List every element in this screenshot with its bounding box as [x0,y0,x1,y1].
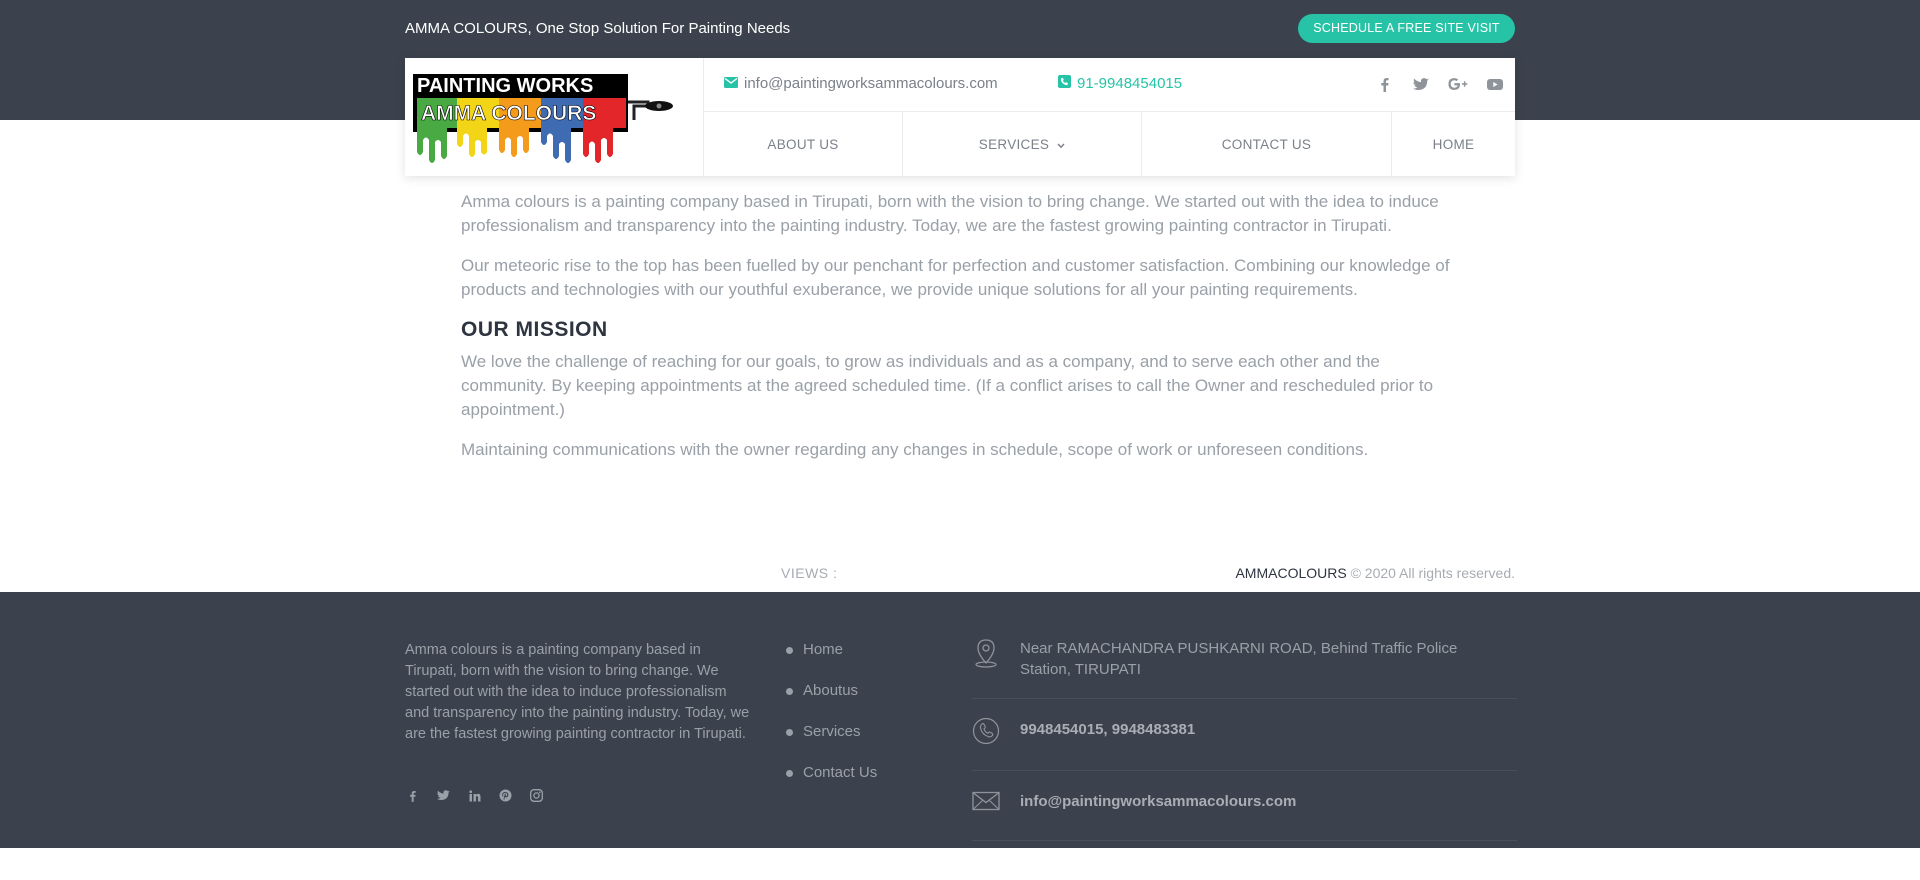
nav-home[interactable]: HOME [1392,112,1515,176]
envelope-icon [724,75,738,92]
header-email[interactable]: info@paintingworksammacolours.com [724,75,998,92]
nav-about-us-label: ABOUT US [767,136,839,152]
footer-link-services[interactable]: Services [786,722,877,742]
header-phone-text: 91-9948454015 [1077,75,1183,92]
pinterest-icon[interactable] [498,788,513,803]
footer-link-label: Contact Us [803,764,878,781]
footer-email[interactable]: info@paintingworksammacolours.com [1020,791,1296,810]
footer-phone-row: 9948454015, 9948483381 [972,699,1517,771]
facebook-icon[interactable] [1374,74,1394,94]
footer-links: Home Aboutus Services Contact Us [786,640,877,804]
header-card: PAINTING WORKS AMMA COLOURS info@paintin… [405,58,1515,176]
nav-contact-us-label: CONTACT US [1221,136,1312,152]
mission-title: OUR MISSION [461,318,608,341]
footer-email-row: info@paintingworksammacolours.com [972,771,1517,841]
instagram-icon[interactable] [529,788,544,803]
bullet-icon [786,646,793,654]
twitter-icon[interactable] [1411,74,1431,94]
bullet-icon [786,728,793,736]
header-email-text: info@paintingworksammacolours.com [744,75,998,92]
nav-about-us[interactable]: ABOUT US [704,112,903,176]
footer-link-aboutus[interactable]: Aboutus [786,681,877,701]
header-socials [1374,74,1505,94]
map-pin-icon [972,638,1000,668]
footer: Amma colours is a painting company based… [0,592,1920,848]
bullet-icon [786,687,793,695]
svg-text:AMMA COLOURS: AMMA COLOURS [421,102,596,125]
footer-socials [405,788,544,803]
views-counter-label: VIEWS : [781,565,838,581]
main-nav: ABOUT US SERVICES CONTACT US HOME [704,112,1515,176]
chevron-down-icon [1057,137,1065,152]
footer-link-contact-us[interactable]: Contact Us [786,763,877,783]
youtube-icon[interactable] [1485,74,1505,94]
footer-address: Near RAMACHANDRA PUSHKARNI ROAD, Behind … [1020,640,1458,678]
site-tagline: AMMA COLOURS, One Stop Solution For Pain… [405,20,791,37]
about-content: Amma colours is a painting company based… [461,190,1451,478]
nav-services[interactable]: SERVICES [903,112,1142,176]
footer-address-row: Near RAMACHANDRA PUSHKARNI ROAD, Behind … [972,632,1517,699]
nav-home-label: HOME [1432,136,1475,152]
phone-square-icon [1058,75,1071,92]
footer-phones[interactable]: 9948454015, 9948483381 [1020,717,1195,738]
header-phone[interactable]: 91-9948454015 [1058,75,1182,92]
nav-services-label: SERVICES [978,136,1050,152]
copyright: AMMACOLOURS © 2020 All rights reserved. [1235,565,1515,581]
copyright-text: © 2020 All rights reserved. [1350,565,1515,581]
schedule-site-visit-button[interactable]: SCHEDULE A FREE SITE VISIT [1298,14,1515,43]
site-logo[interactable]: PAINTING WORKS AMMA COLOURS [413,74,685,166]
mission-paragraph-1: We love the challenge of reaching for ou… [461,352,1434,419]
mission-paragraph-2: Maintaining communications with the owne… [461,440,1369,459]
about-paragraph-1: Amma colours is a painting company based… [461,192,1439,235]
footer-link-label: Home [803,641,844,658]
facebook-icon[interactable] [405,788,420,803]
svg-text:PAINTING WORKS: PAINTING WORKS [417,75,593,97]
envelope-outline-icon [972,791,1000,811]
footer-link-home[interactable]: Home [786,640,877,660]
footer-link-label: Aboutus [803,682,859,699]
twitter-icon[interactable] [436,788,451,803]
footer-contact-info: Near RAMACHANDRA PUSHKARNI ROAD, Behind … [972,632,1517,841]
about-paragraph-2: Our meteoric rise to the top has been fu… [461,256,1450,299]
phone-icon [972,717,1000,745]
footer-about-text: Amma colours is a painting company based… [405,642,750,742]
linkedin-icon[interactable] [467,788,482,803]
copyright-brand[interactable]: AMMACOLOURS [1235,565,1346,581]
header-contact-row: info@paintingworksammacolours.com 91-994… [704,58,1515,112]
bullet-icon [786,769,793,777]
google-plus-icon[interactable] [1448,74,1468,94]
nav-contact-us[interactable]: CONTACT US [1142,112,1392,176]
footer-link-label: Services [803,723,861,740]
